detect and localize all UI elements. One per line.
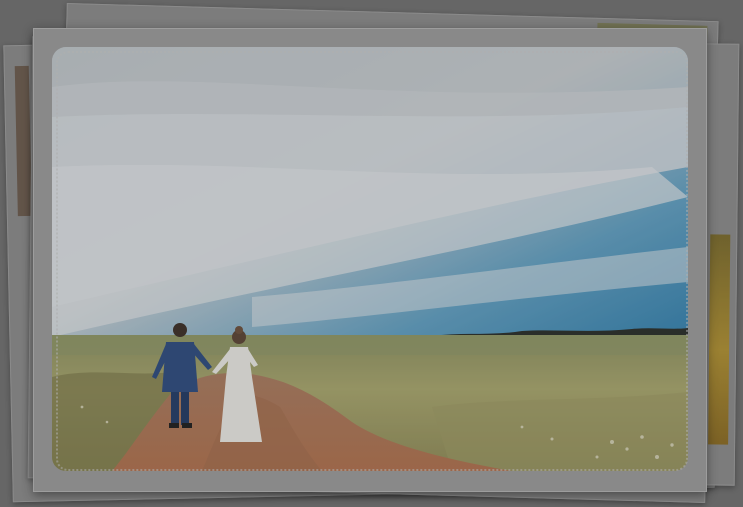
photo-edge-strip [14, 65, 32, 217]
photo-stack-overlay [0, 0, 743, 507]
photo-edge-strip [708, 234, 731, 445]
photo-image [52, 47, 688, 471]
main-photo-card[interactable] [33, 28, 707, 492]
cloud-band [52, 47, 688, 117]
wedding-photo [52, 47, 688, 471]
